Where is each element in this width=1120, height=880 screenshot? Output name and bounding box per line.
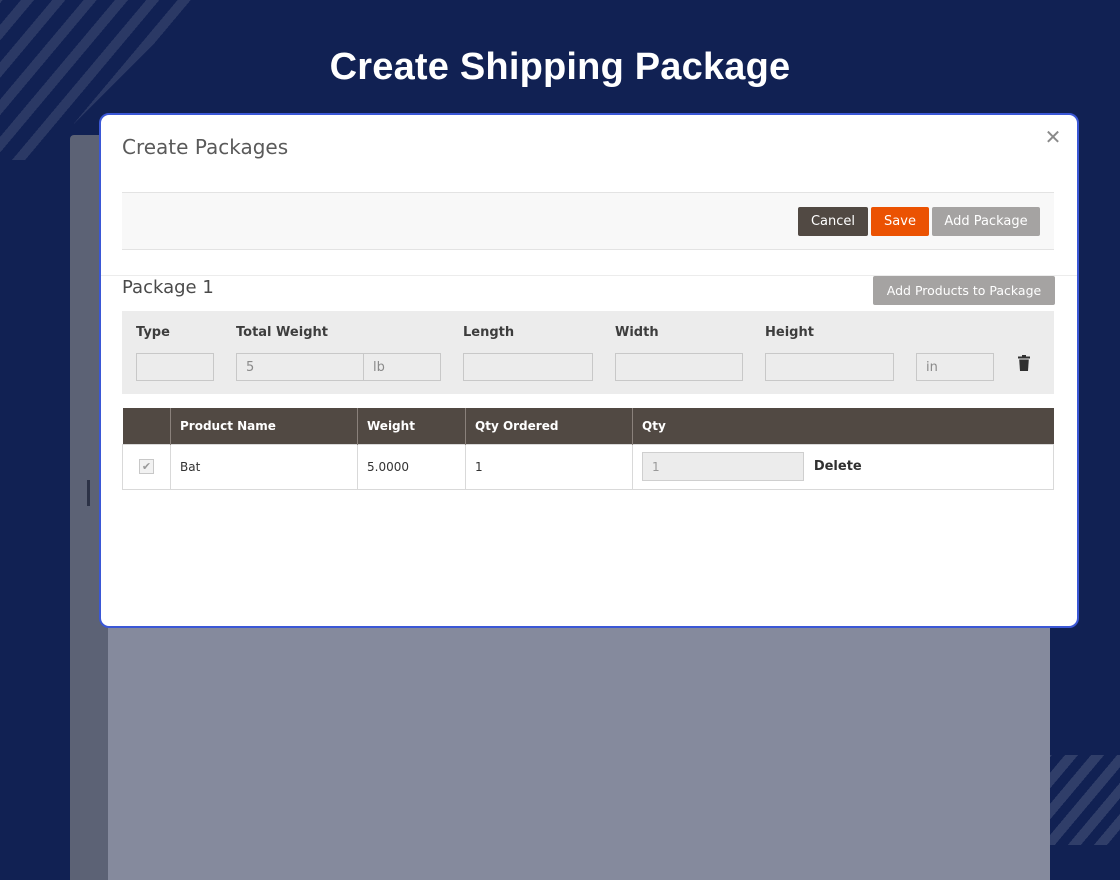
background-panel-overlay — [108, 625, 1050, 880]
cancel-button[interactable]: Cancel — [798, 207, 868, 236]
create-packages-modal: Create Packages ✕ Cancel Save Add Packag… — [99, 113, 1079, 628]
type-select[interactable] — [136, 353, 214, 381]
trash-icon[interactable] — [1018, 355, 1030, 371]
table-header-row: Product Name Weight Qty Ordered Qty — [122, 408, 1054, 444]
type-label: Type — [136, 325, 170, 340]
add-package-button[interactable]: Add Package — [932, 207, 1040, 236]
close-button[interactable]: ✕ — [1041, 125, 1065, 149]
header-qty-ordered: Qty Ordered — [465, 408, 633, 444]
decorative-stripes-bottom-right — [1045, 755, 1120, 845]
height-label: Height — [765, 325, 814, 340]
package-properties: Type Total Weight Length Width Height — [122, 311, 1054, 394]
row-select-cell: ✔ — [122, 443, 171, 490]
width-label: Width — [615, 325, 659, 340]
product-weight-cell: 5.0000 — [357, 443, 466, 490]
header-product-name: Product Name — [170, 408, 358, 444]
header-qty: Qty — [632, 408, 1054, 444]
page-heading: Create Shipping Package — [329, 46, 791, 88]
width-input[interactable] — [615, 353, 743, 381]
product-checkbox[interactable]: ✔ — [139, 459, 154, 474]
total-weight-label: Total Weight — [236, 325, 328, 340]
add-products-to-package-button[interactable]: Add Products to Package — [873, 276, 1055, 305]
qty-ordered-cell: 1 — [465, 443, 633, 490]
package-title: Package 1 — [122, 277, 214, 298]
checkmark-icon: ✔ — [141, 460, 152, 473]
length-input[interactable] — [463, 353, 593, 381]
header-weight: Weight — [357, 408, 466, 444]
qty-input[interactable] — [642, 452, 804, 481]
package-products-table: Product Name Weight Qty Ordered Qty ✔ Ba… — [122, 408, 1054, 490]
modal-toolbar: Cancel Save Add Package — [122, 192, 1054, 250]
length-label: Length — [463, 325, 515, 340]
dimension-unit-select[interactable] — [916, 353, 994, 381]
product-name-cell: Bat — [170, 443, 358, 490]
delete-link[interactable]: Delete — [814, 459, 862, 474]
modal-title: Create Packages — [122, 135, 289, 159]
height-input[interactable] — [765, 353, 894, 381]
total-weight-input[interactable] — [236, 353, 364, 381]
close-icon: ✕ — [1044, 126, 1062, 149]
save-button[interactable]: Save — [871, 207, 929, 236]
qty-cell: Delete — [632, 443, 1054, 490]
weight-unit-select[interactable] — [363, 353, 441, 381]
background-panel-marker — [87, 480, 90, 506]
table-row: ✔ Bat 5.0000 1 Delete — [122, 443, 1054, 490]
header-select — [122, 408, 171, 444]
